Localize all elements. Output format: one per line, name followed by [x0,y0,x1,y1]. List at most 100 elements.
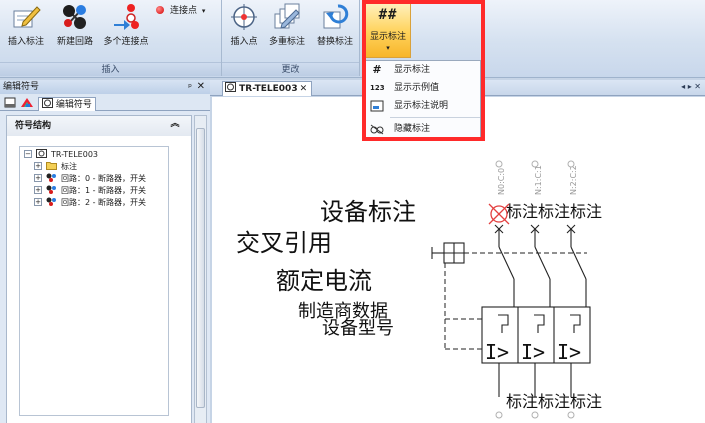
molecule-circuit-icon [63,5,86,29]
symbol-icon [225,82,236,92]
pin-icon[interactable]: ᵖ [188,81,192,95]
label-description-icon [370,100,384,112]
tree-item-label: 回路：0 - 断路器，开关 [61,174,147,183]
pencil-annotate-icon [13,6,41,28]
panel-title: 编辑符号 [3,82,40,92]
bottom-annotations-text: 标注标注标注 [506,392,602,411]
palette-icon [21,98,33,107]
insert-point-label: 插入点 [230,37,258,47]
insert-annotation-button[interactable]: 插入标注 [4,2,48,47]
document-tab-label: TR-TELE003 [239,84,298,94]
insert-group: 插入标注 新建回路 多个连接点 连接点 ▾ 插入 [0,0,222,76]
insert-point-button[interactable]: 插入点 [226,2,262,47]
tab-edit-symbol[interactable]: 编辑符号 [38,97,96,111]
tree-item-annotation[interactable]: + 标注 [34,161,77,173]
rated-current-text: 额定电流 [276,267,372,295]
menu-item-label: 显示示例值 [394,83,440,93]
expand-toggle-icon[interactable]: + [34,162,42,170]
insert-group-label: 插入 [0,62,221,76]
multi-connection-points-button[interactable]: 多个连接点 [100,2,152,47]
tree-item-circuit-2[interactable]: + 回路：2 - 断路器，开关 [34,197,146,209]
tree-item-label: 标注 [61,162,77,171]
tree-item-label: 回路：1 - 断路器，开关 [61,186,147,195]
menu-item-label: 显示标注说明 [394,101,449,111]
tree-root[interactable]: − TR-TELE003 [24,149,98,161]
edit-symbol-panel: 编辑符号 ᵖ ✕ 编辑符号 符号结构 ︽ − TR-TELE003 + 标注 +… [0,80,210,423]
insert-annotation-label: 插入标注 [7,37,44,47]
top-annotations-text: 标注标注标注 [506,202,602,221]
tree-item-circuit-0[interactable]: + 回路：0 - 断路器，开关 [34,173,146,185]
menu-item-hide-annotation[interactable]: 隐藏标注 [366,120,480,138]
panel-title-bar: 编辑符号 ᵖ ✕ [0,80,210,94]
close-icon[interactable]: ✕ [300,84,308,94]
menu-item-show-example[interactable]: 123 显示示例值 [366,79,480,97]
circuit-icon [46,197,56,206]
collapse-toggle-icon[interactable]: − [24,150,32,158]
close-icon[interactable]: ✕ [197,80,205,94]
multi-annotation-button[interactable]: 多重标注 [264,2,310,47]
scrollbar-thumb[interactable] [196,128,205,408]
menu-item-show-annotation[interactable]: # 显示标注 [366,61,480,79]
crosshair-point-icon [231,4,257,30]
manual-operator [431,242,465,264]
connection-point[interactable] [567,160,575,168]
connection-point[interactable] [495,411,503,419]
document-icon [4,97,16,108]
symbol-canvas[interactable]: 设备标注 交叉引用 额定电流 制造商数据 设备型号 标注标注标注 标注标注标注 … [212,97,705,423]
menu-separator [390,117,480,118]
expand-toggle-icon[interactable]: + [34,198,42,206]
cross-reference-text: 交叉引用 [236,229,332,257]
device-model-text: 设备型号 [322,318,394,339]
chevron-down-icon: ▾ [201,7,206,15]
symbol-structure-pane: 符号结构 ︽ − TR-TELE003 + 标注 + 回路：0 - 断路器，开关 + 回… [6,115,192,423]
panel-tabs: 编辑符号 [0,94,210,111]
replace-annotation-button[interactable]: 替换标注 [312,2,358,47]
overcurrent-symbol: I> [557,340,581,364]
pin-label: N:2:C:2 [569,165,578,195]
document-nav-controls[interactable]: ◂ ▸ ✕ [681,82,701,91]
show-annotation-label: 显示标注 [369,32,406,42]
connection-point[interactable] [531,160,539,168]
symbol-tree: − TR-TELE003 + 标注 + 回路：0 - 断路器，开关 + 回路：1 - 断… [19,146,169,416]
tab-palette-icon[interactable] [20,97,34,111]
hide-annotation-icon [370,124,384,135]
expand-toggle-icon[interactable]: + [34,174,42,182]
replace-annotation-label: 替换标注 [316,37,353,47]
symbol-structure-header: 符号结构 ︽ [7,116,191,136]
change-group-label: 更改 [222,62,359,76]
number-123-icon: 123 [370,84,385,92]
connection-point[interactable] [495,160,503,168]
device-annotation-text: 设备标注 [320,198,416,226]
show-annotation-button[interactable]: ## 显示标注 ▾ [365,0,411,58]
tab-tr-tele003[interactable]: TR-TELE003 ✕ [222,81,313,96]
symbol-icon [42,98,53,108]
collapse-icon[interactable]: ︽ [169,119,181,131]
new-circuit-button[interactable]: 新建回路 [52,2,98,47]
connection-point-button[interactable]: 连接点 ▾ [156,4,205,18]
menu-item-show-annotation-description[interactable]: 显示标注说明 [366,97,480,115]
ribbon: 插入标注 新建回路 多个连接点 连接点 ▾ 插入 插入点 多重标注 替换标注 更… [0,0,705,78]
overcurrent-symbol: I> [521,340,545,364]
expand-toggle-icon[interactable]: + [34,186,42,194]
pin-label: N:1:C:1 [534,165,543,195]
tree-item-label: 回路：2 - 断路器，开关 [61,198,147,207]
new-circuit-label: 新建回路 [56,37,93,47]
pin-label: N0:C:0 [497,168,506,195]
tree-item-circuit-1[interactable]: + 回路：1 - 断路器，开关 [34,185,146,197]
connection-point[interactable] [531,411,539,419]
symbol-icon [36,149,47,158]
tab-document-icon[interactable] [4,97,16,111]
connection-point-label: 连接点 [170,6,198,16]
symbol-structure-title: 符号结构 [15,121,52,131]
show-annotation-dropdown: # 显示标注 123 显示示例值 显示标注说明 隐藏标注 [365,60,481,138]
multi-connection-points-label: 多个连接点 [103,37,149,47]
menu-item-label: 隐藏标注 [394,124,431,134]
connection-point[interactable] [567,411,575,419]
panel-scrollbar[interactable] [194,115,207,423]
tree-root-label: TR-TELE003 [51,150,98,159]
red-dot-icon [156,6,164,14]
chevron-down-icon: ▾ [386,44,390,52]
multi-annotation-label: 多重标注 [268,37,305,47]
hash-icon: ## [378,7,398,23]
multi-annotate-icon [274,3,300,29]
